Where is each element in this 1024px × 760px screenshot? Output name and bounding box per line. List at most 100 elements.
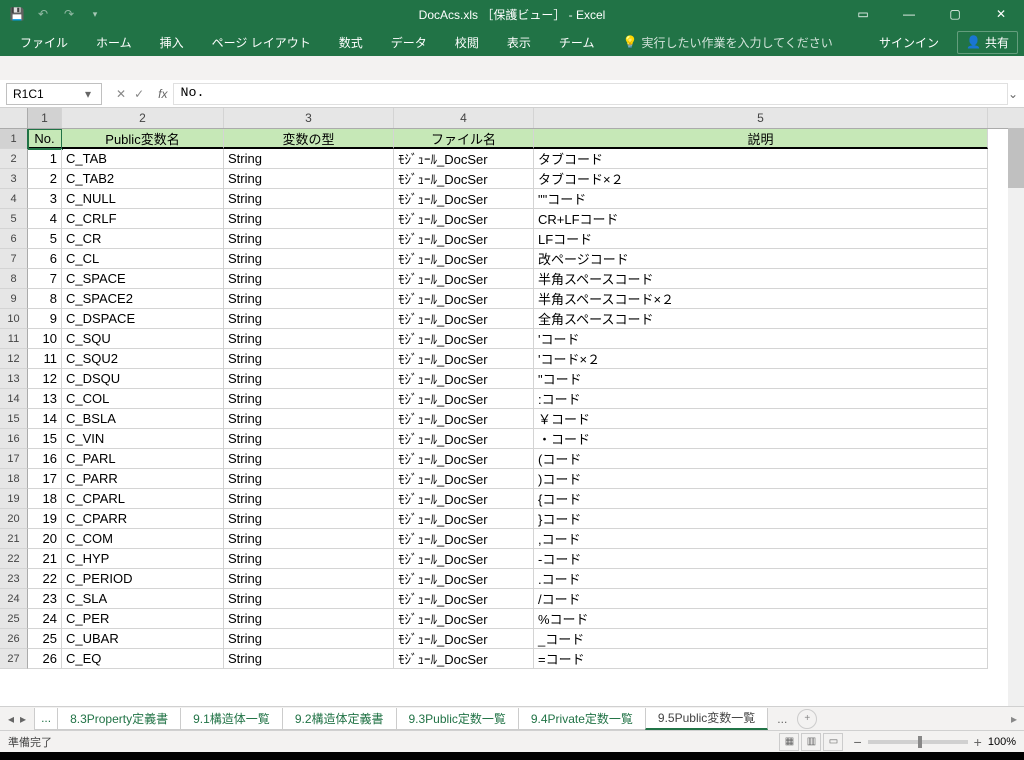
cell[interactable]: C_TAB — [62, 149, 224, 169]
cell[interactable]: ﾓｼﾞｭｰﾙ_DocSer — [394, 329, 534, 349]
cell[interactable]: /コード — [534, 589, 988, 609]
cell[interactable]: 16 — [28, 449, 62, 469]
cell[interactable]: String — [224, 169, 394, 189]
cell[interactable]: LFコード — [534, 229, 988, 249]
formula-input[interactable] — [173, 83, 1008, 105]
cell[interactable]: String — [224, 329, 394, 349]
cell[interactable]: タブコード — [534, 149, 988, 169]
tab-home[interactable]: ホーム — [82, 28, 146, 56]
row-header[interactable]: 24 — [0, 589, 28, 609]
cell[interactable]: String — [224, 589, 394, 609]
cell[interactable]: 12 — [28, 369, 62, 389]
cell[interactable]: 半角スペースコード×２ — [534, 289, 988, 309]
cell[interactable]: 11 — [28, 349, 62, 369]
cell[interactable]: 13 — [28, 389, 62, 409]
cell[interactable]: {コード — [534, 489, 988, 509]
cell[interactable]: 全角スペースコード — [534, 309, 988, 329]
cell[interactable]: ﾓｼﾞｭｰﾙ_DocSer — [394, 189, 534, 209]
row-header[interactable]: 5 — [0, 209, 28, 229]
tab-overflow-right[interactable]: ... — [773, 712, 791, 726]
cell[interactable]: 10 — [28, 329, 62, 349]
cell[interactable]: ﾓｼﾞｭｰﾙ_DocSer — [394, 169, 534, 189]
normal-view-button[interactable]: ▦ — [779, 733, 799, 751]
row-header[interactable]: 6 — [0, 229, 28, 249]
row-header[interactable]: 10 — [0, 309, 28, 329]
cell[interactable]: C_BSLA — [62, 409, 224, 429]
cell[interactable]: String — [224, 389, 394, 409]
zoom-slider-thumb[interactable] — [918, 736, 922, 748]
cell[interactable]: 20 — [28, 529, 62, 549]
select-all-corner[interactable] — [0, 108, 28, 128]
tab-view[interactable]: 表示 — [493, 28, 545, 56]
tab-insert[interactable]: 挿入 — [146, 28, 198, 56]
row-header[interactable]: 2 — [0, 149, 28, 169]
cell[interactable]: C_CRLF — [62, 209, 224, 229]
cell[interactable]: String — [224, 149, 394, 169]
cell[interactable]: 2 — [28, 169, 62, 189]
cell[interactable]: String — [224, 569, 394, 589]
cell[interactable]: 3 — [28, 189, 62, 209]
cell[interactable]: C_DSPACE — [62, 309, 224, 329]
cell[interactable]: String — [224, 509, 394, 529]
cell[interactable]: ﾓｼﾞｭｰﾙ_DocSer — [394, 269, 534, 289]
cell[interactable]: String — [224, 309, 394, 329]
cell[interactable]: }コード — [534, 509, 988, 529]
cell[interactable]: ﾓｼﾞｭｰﾙ_DocSer — [394, 289, 534, 309]
cell[interactable]: C_COL — [62, 389, 224, 409]
cell[interactable]: Public変数名 — [62, 129, 224, 149]
cell[interactable]: ﾓｼﾞｭｰﾙ_DocSer — [394, 349, 534, 369]
tab-overflow-left[interactable]: ... — [34, 708, 58, 730]
col-header-5[interactable]: 5 — [534, 108, 988, 128]
cell[interactable]: C_PARR — [62, 469, 224, 489]
cell[interactable]: String — [224, 609, 394, 629]
tab-nav-prev-icon[interactable]: ◂ — [6, 712, 16, 726]
cell[interactable]: CR+LFコード — [534, 209, 988, 229]
row-header[interactable]: 21 — [0, 529, 28, 549]
cell[interactable]: String — [224, 229, 394, 249]
scrollbar-thumb[interactable] — [1008, 128, 1024, 188]
tab-data[interactable]: データ — [377, 28, 441, 56]
cell[interactable]: C_NULL — [62, 189, 224, 209]
cell[interactable]: ﾓｼﾞｭｰﾙ_DocSer — [394, 509, 534, 529]
sheet-tab[interactable]: 9.5Public変数一覧 — [645, 708, 768, 730]
zoom-slider[interactable] — [868, 740, 968, 744]
row-header[interactable]: 14 — [0, 389, 28, 409]
cell[interactable]: C_SPACE — [62, 269, 224, 289]
new-sheet-button[interactable]: + — [797, 709, 817, 729]
cell[interactable]: 19 — [28, 509, 62, 529]
cell[interactable]: 21 — [28, 549, 62, 569]
col-header-1[interactable]: 1 — [28, 108, 62, 128]
cell[interactable]: ﾓｼﾞｭｰﾙ_DocSer — [394, 309, 534, 329]
sign-in-button[interactable]: サインイン — [869, 34, 949, 51]
cell[interactable]: C_PARL — [62, 449, 224, 469]
ribbon-options-icon[interactable]: ▭ — [840, 0, 886, 28]
cell[interactable]: 24 — [28, 609, 62, 629]
cell[interactable]: String — [224, 209, 394, 229]
cell[interactable]: ﾓｼﾞｭｰﾙ_DocSer — [394, 589, 534, 609]
row-header[interactable]: 12 — [0, 349, 28, 369]
name-box-dropdown-icon[interactable]: ▾ — [81, 87, 95, 101]
row-header[interactable]: 26 — [0, 629, 28, 649]
maximize-button[interactable]: ▢ — [932, 0, 978, 28]
grid-body[interactable]: 1No.Public変数名変数の型ファイル名説明21C_TABStringﾓｼﾞ… — [0, 129, 1024, 706]
cell[interactable]: ﾓｼﾞｭｰﾙ_DocSer — [394, 229, 534, 249]
tab-team[interactable]: チーム — [545, 28, 609, 56]
cell[interactable]: String — [224, 649, 394, 669]
cell[interactable]: ￥コード — [534, 409, 988, 429]
cell[interactable]: C_TAB2 — [62, 169, 224, 189]
cell[interactable]: 18 — [28, 489, 62, 509]
tell-me[interactable]: 💡 実行したい作業を入力してください — [608, 28, 846, 56]
row-header[interactable]: 23 — [0, 569, 28, 589]
cell[interactable]: C_SQU2 — [62, 349, 224, 369]
row-header[interactable]: 27 — [0, 649, 28, 669]
cell[interactable]: C_HYP — [62, 549, 224, 569]
hscroll-right-icon[interactable]: ▸ — [1004, 712, 1024, 726]
cell[interactable]: 22 — [28, 569, 62, 589]
cell[interactable]: 1 — [28, 149, 62, 169]
row-header[interactable]: 20 — [0, 509, 28, 529]
cell[interactable]: :コード — [534, 389, 988, 409]
row-header[interactable]: 18 — [0, 469, 28, 489]
cell[interactable]: C_PERIOD — [62, 569, 224, 589]
cell[interactable]: 'コード — [534, 329, 988, 349]
tab-nav-next-icon[interactable]: ▸ — [18, 712, 28, 726]
